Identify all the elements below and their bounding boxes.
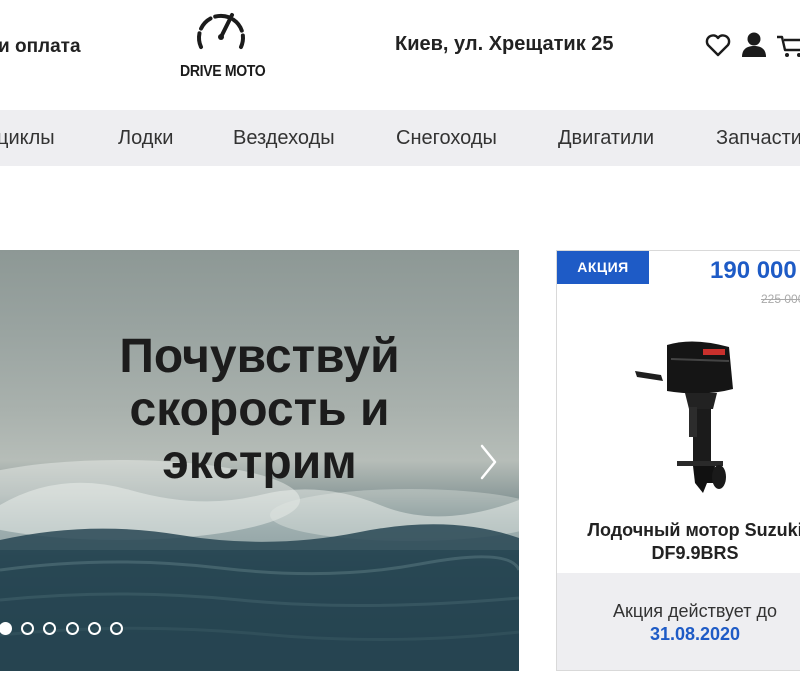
nav-item-boats[interactable]: Лодки (118, 127, 173, 150)
promo-footer: Акция действует до 31.08.2020 (557, 573, 800, 670)
logo-text: DRIVE MOTO (180, 63, 266, 80)
promo-end-date: 31.08.2020 (649, 624, 741, 644)
payment-link[interactable]: и оплата (0, 36, 81, 58)
slider-dot[interactable] (88, 622, 101, 635)
chevron-right-icon[interactable] (478, 442, 500, 482)
nav-item-snowmobiles[interactable]: Снегоходы (396, 127, 497, 150)
user-icon[interactable] (740, 30, 768, 60)
cart-icon[interactable] (776, 30, 800, 60)
old-price: 225 000 (761, 292, 800, 306)
store-address: Киев, ул. Хрещатик 25 (395, 33, 614, 55)
product-name-line: Лодочный мотор Suzuki (587, 520, 800, 540)
outboard-motor-image[interactable] (633, 337, 743, 497)
hero-title: Почувствуй скорость и экстрим (0, 330, 519, 489)
promo-product-card[interactable]: АКЦИЯ 190 000 225 000 Лодочный мотор Suz… (556, 250, 800, 671)
heart-icon[interactable] (704, 30, 732, 60)
logo[interactable]: DRIVE MOTO (176, 3, 268, 83)
speedometer-icon (197, 13, 245, 49)
promo-text: Акция действует до (613, 601, 777, 621)
slider-dot[interactable] (21, 622, 34, 635)
page: и оплата DRIVE MOTO Киев, ул. Хрещатик 2… (0, 0, 800, 680)
hero-title-line: скорость и (129, 383, 390, 436)
hero-title-line: Почувствуй (119, 330, 400, 383)
nav-item-atvs[interactable]: Вездеходы (233, 127, 335, 150)
slider-dot[interactable] (43, 622, 56, 635)
sale-badge: АКЦИЯ (557, 251, 649, 284)
hero-slider[interactable]: Почувствуй скорость и экстрим (0, 250, 519, 671)
slider-dot[interactable] (66, 622, 79, 635)
main-nav: циклы Лодки Вездеходы Снегоходы Двигатил… (0, 110, 800, 166)
product-price: 190 000 (710, 257, 797, 284)
nav-item-engines[interactable]: Двигатили (558, 127, 654, 150)
slider-dot[interactable] (110, 622, 123, 635)
header: и оплата DRIVE MOTO Киев, ул. Хрещатик 2… (0, 0, 800, 110)
product-name[interactable]: Лодочный мотор Suzuki DF9.9BRS (557, 519, 800, 565)
product-name-line: DF9.9BRS (651, 543, 739, 563)
nav-item-parts[interactable]: Запчасти (716, 127, 800, 150)
hero-title-line: экстрим (162, 436, 357, 489)
nav-item-motorcycles[interactable]: циклы (0, 127, 55, 150)
